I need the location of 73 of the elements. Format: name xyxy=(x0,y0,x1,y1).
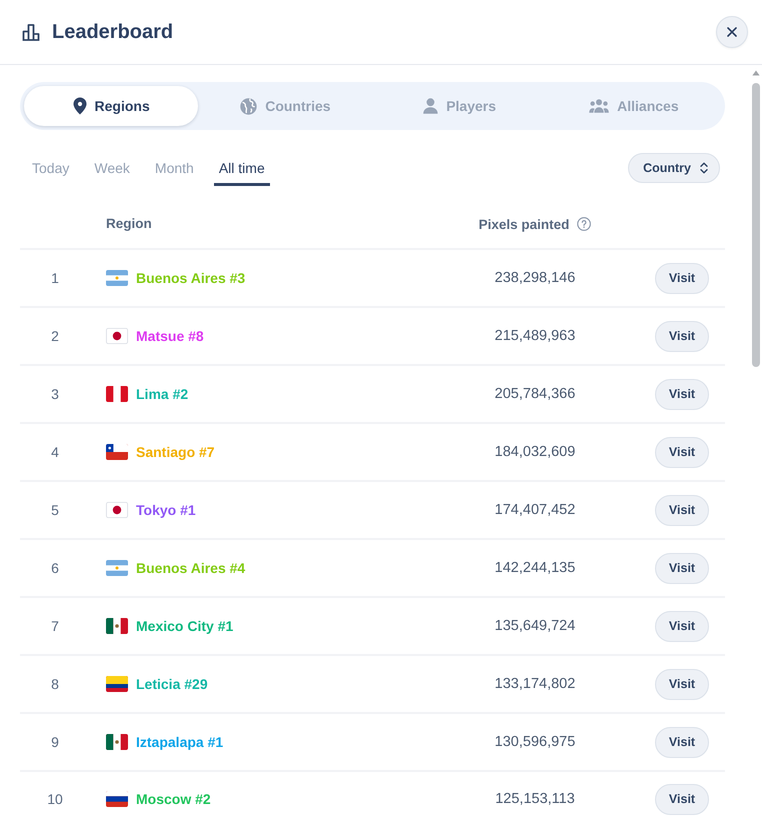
pixel-count: 125,153,113 xyxy=(495,791,575,807)
pixel-count: 142,244,135 xyxy=(494,560,576,576)
rank-number: 5 xyxy=(51,502,59,518)
period-tab[interactable]: All time xyxy=(214,150,270,186)
bar-chart-icon xyxy=(22,23,40,41)
region-name[interactable]: Matsue #8 xyxy=(136,328,204,344)
column-header: Region xyxy=(106,216,152,231)
region-name[interactable]: Tokyo #1 xyxy=(136,502,196,518)
globe-icon xyxy=(240,98,258,114)
period-tab[interactable]: Today xyxy=(27,150,74,186)
rank-number: 6 xyxy=(51,560,59,576)
rank-number: 4 xyxy=(51,444,59,460)
visit-button[interactable]: Visit xyxy=(655,494,709,526)
close-button[interactable] xyxy=(716,16,748,48)
visit-button[interactable]: Visit xyxy=(655,436,709,468)
pixel-count: 184,032,609 xyxy=(494,444,576,460)
visit-button[interactable]: Visit xyxy=(655,668,709,700)
flag-icon xyxy=(106,386,128,402)
flag-icon xyxy=(106,734,128,750)
flag-icon xyxy=(106,502,128,518)
pixel-count: 174,407,452 xyxy=(494,502,576,518)
pin-icon xyxy=(72,97,86,115)
rank-number: 2 xyxy=(51,328,59,344)
pixel-count: 130,596,975 xyxy=(494,734,576,750)
flag-icon xyxy=(106,444,128,460)
person-icon xyxy=(423,98,438,114)
visit-button[interactable]: Visit xyxy=(655,378,709,410)
visit-button[interactable]: Visit xyxy=(655,610,709,642)
flag-icon xyxy=(106,791,128,807)
region-name[interactable]: Santiago #7 xyxy=(136,444,215,460)
flag-icon xyxy=(106,328,128,344)
visit-button[interactable]: Visit xyxy=(655,784,709,814)
flag-icon xyxy=(106,618,128,634)
rank-number: 7 xyxy=(51,618,59,634)
region-name[interactable]: Lima #2 xyxy=(136,386,188,402)
category-tab[interactable]: Countries xyxy=(198,86,372,126)
group-icon xyxy=(589,99,610,113)
chevron-up-down-icon xyxy=(700,162,708,174)
pixel-count: 205,784,366 xyxy=(494,386,576,402)
help-icon[interactable] xyxy=(577,217,592,231)
pixel-count: 133,174,802 xyxy=(494,676,576,692)
pixel-count: 135,649,724 xyxy=(494,618,576,634)
region-name[interactable]: Moscow #2 xyxy=(136,791,211,807)
flag-icon xyxy=(106,270,128,286)
rank-number: 1 xyxy=(51,270,59,286)
region-name[interactable]: Iztapalapa #1 xyxy=(136,734,224,750)
category-tab[interactable]: Alliances xyxy=(546,86,721,126)
region-name[interactable]: Buenos Aires #4 xyxy=(136,560,246,576)
region-name[interactable]: Leticia #29 xyxy=(136,676,208,692)
flag-icon xyxy=(106,676,128,692)
visit-button[interactable]: Visit xyxy=(655,726,709,758)
region-name[interactable]: Buenos Aires #3 xyxy=(136,270,246,286)
pixel-count: 238,298,146 xyxy=(494,270,576,286)
rank-number: 9 xyxy=(51,734,59,750)
visit-button[interactable]: Visit xyxy=(655,320,709,352)
column-header: Pixels painted xyxy=(478,216,570,232)
visit-button[interactable]: Visit xyxy=(655,262,709,294)
category-tab[interactable]: Players xyxy=(372,86,547,126)
window-title: Leaderboard xyxy=(52,20,174,44)
period-tab[interactable]: Week xyxy=(89,150,135,186)
pixel-count: 215,489,963 xyxy=(494,328,576,344)
category-tab[interactable]: Regions xyxy=(24,86,198,126)
region-name[interactable]: Mexico City #1 xyxy=(136,618,234,634)
flag-icon xyxy=(106,560,128,576)
close-icon xyxy=(727,27,737,37)
scrollbar-thumb[interactable] xyxy=(752,83,760,367)
visit-button[interactable]: Visit xyxy=(655,552,709,584)
rank-number: 8 xyxy=(51,676,59,692)
rank-number: 3 xyxy=(51,386,59,402)
scroll-up-arrow-icon[interactable] xyxy=(752,70,760,76)
country-dropdown[interactable]: Country xyxy=(628,153,720,183)
period-tab[interactable]: Month xyxy=(150,150,199,186)
rank-number: 10 xyxy=(47,791,63,807)
